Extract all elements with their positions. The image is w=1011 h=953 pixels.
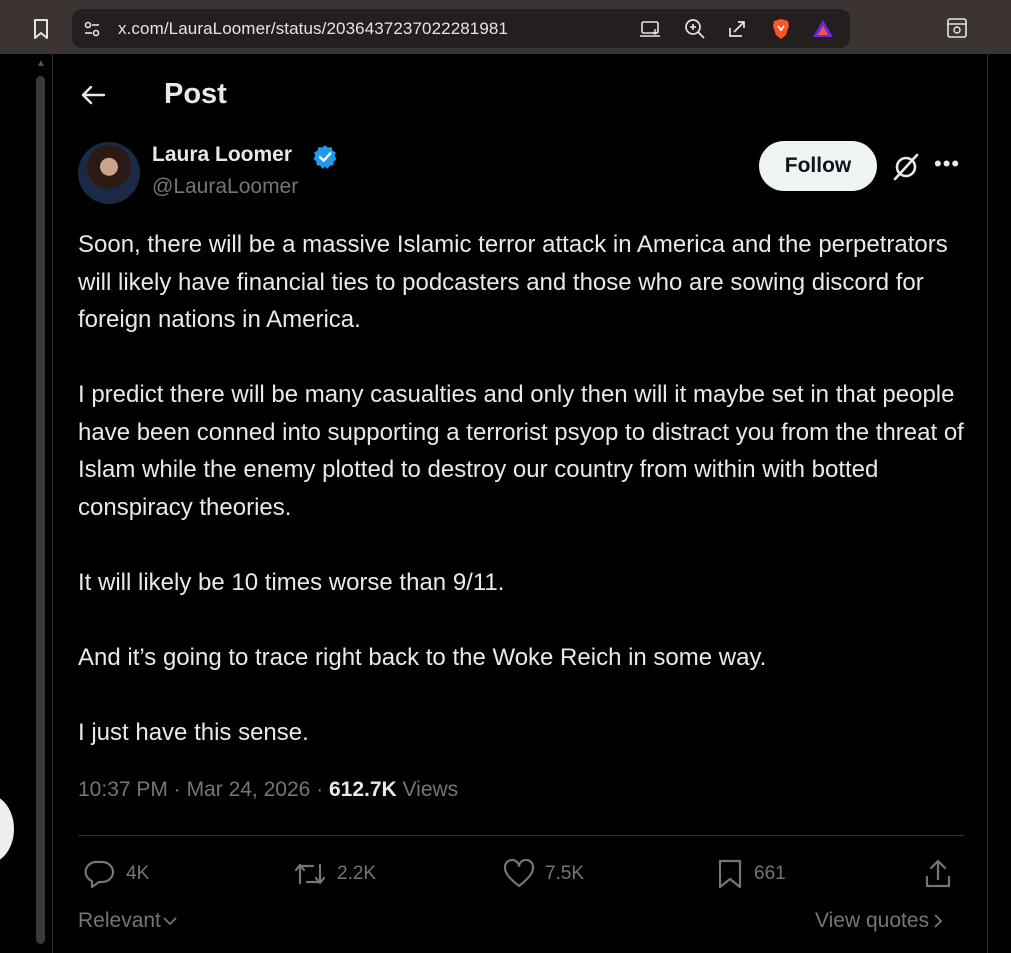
views-count: 612.7K: [328, 778, 397, 801]
address-bar[interactable]: x.com/LauraLoomer/status/203643723702228…: [72, 9, 850, 48]
back-arrow-icon[interactable]: [80, 82, 106, 108]
meta-separator: ·: [316, 778, 329, 801]
browser-toolbar: x.com/LauraLoomer/status/203643723702228…: [0, 0, 1011, 54]
reply-count: 4K: [126, 863, 150, 884]
share-button[interactable]: [924, 856, 962, 892]
post-text: Soon, there will be a massive Islamic te…: [78, 226, 968, 789]
url-text[interactable]: x.com/LauraLoomer/status/203643723702228…: [118, 19, 508, 39]
chevron-down-icon: [163, 917, 177, 926]
share-icon[interactable]: [726, 18, 748, 40]
post-paragraph: I predict there will be many casualties …: [78, 381, 964, 521]
post-paragraph: I just have this sense.: [78, 718, 309, 746]
reply-icon: [84, 860, 115, 889]
share-icon: [925, 859, 951, 888]
follow-button[interactable]: Follow: [759, 141, 877, 191]
repost-count: 2.2K: [337, 863, 377, 884]
column-divider-left: [52, 54, 53, 953]
sort-dropdown[interactable]: Relevant: [78, 909, 179, 933]
site-settings-icon[interactable]: [82, 19, 102, 39]
reader-mode-icon[interactable]: [946, 17, 968, 39]
sort-label: Relevant: [78, 909, 161, 932]
post-time[interactable]: 10:37 PM: [78, 778, 168, 801]
like-button[interactable]: 7.5K: [503, 856, 584, 892]
divider: [78, 835, 964, 836]
meta-separator: ·: [173, 778, 187, 801]
bookmark-icon[interactable]: [30, 18, 52, 40]
repost-button[interactable]: 2.2K: [293, 856, 376, 892]
post-meta: 10:37 PM · Mar 24, 2026 · 612.7K Views: [78, 778, 458, 802]
chevron-right-icon: [934, 914, 943, 928]
post-paragraph: And it’s going to trace right back to th…: [78, 643, 767, 671]
like-count: 7.5K: [545, 863, 585, 884]
bookmark-count: 661: [754, 863, 786, 884]
view-quotes-label: View quotes: [815, 909, 930, 932]
repost-icon: [294, 863, 326, 885]
brave-shield-icon[interactable]: [770, 18, 792, 40]
heart-icon: [503, 859, 535, 888]
bookmark-button[interactable]: 661: [716, 856, 786, 892]
scroll-up-icon[interactable]: ▲: [36, 58, 46, 69]
post-paragraph: It will likely be 10 times worse than 9/…: [78, 568, 505, 596]
brave-rewards-icon[interactable]: [812, 18, 834, 40]
scrollbar-thumb[interactable]: [36, 76, 45, 944]
views-label: Views: [402, 778, 459, 801]
verified-badge-icon: [313, 145, 337, 169]
install-app-icon[interactable]: [640, 18, 662, 40]
view-quotes-link[interactable]: View quotes: [815, 909, 947, 933]
page-title: Post: [164, 78, 227, 110]
author-handle[interactable]: @LauraLoomer: [152, 175, 298, 199]
bookmark-icon: [718, 859, 742, 889]
reply-button[interactable]: 4K: [84, 856, 149, 892]
post-date[interactable]: Mar 24, 2026: [187, 778, 311, 801]
avatar[interactable]: [78, 142, 140, 204]
zoom-icon[interactable]: [684, 18, 706, 40]
post-paragraph: Soon, there will be a massive Islamic te…: [78, 231, 948, 333]
author-name[interactable]: Laura Loomer: [152, 143, 292, 167]
grok-icon[interactable]: [891, 152, 921, 182]
more-options-icon[interactable]: •••: [934, 151, 960, 177]
column-divider-right: [987, 54, 988, 953]
